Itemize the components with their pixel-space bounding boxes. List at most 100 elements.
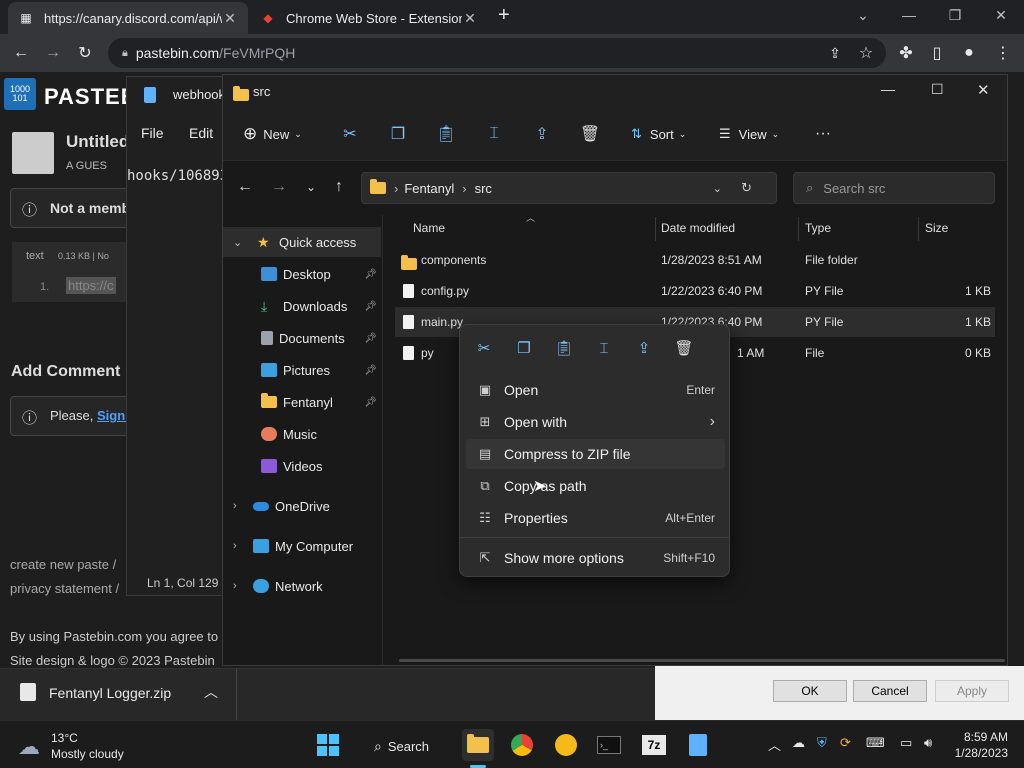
close-window-icon[interactable]: ✕ xyxy=(978,0,1024,30)
rename-icon[interactable]: ⌶ xyxy=(481,121,507,147)
close-icon[interactable]: ✕ xyxy=(222,10,238,27)
share-icon[interactable]: ⇪ xyxy=(529,121,555,147)
chevron-up-icon[interactable]: ︿ xyxy=(768,735,781,754)
clock-date[interactable]: 1/28/2023 xyxy=(946,746,1008,760)
side-panel-icon[interactable]: ▯ xyxy=(924,40,950,66)
cancel-button[interactable]: Cancel xyxy=(853,680,927,702)
nav-music[interactable]: Music xyxy=(223,419,381,449)
menu-item-open[interactable]: ▣ Open Enter xyxy=(466,375,725,405)
brave-canary-app[interactable] xyxy=(550,729,582,761)
forward-arrow-icon[interactable]: → xyxy=(40,40,66,66)
keyboard-icon[interactable]: ⌨ xyxy=(866,735,885,751)
bookmark-star-icon[interactable]: ☆ xyxy=(853,40,879,66)
nav-videos[interactable]: Videos xyxy=(223,451,381,481)
profile-icon[interactable]: ● xyxy=(956,40,982,66)
table-row[interactable]: components 1/28/2023 8:51 AM File folder xyxy=(395,245,995,275)
terminal-app[interactable]: ›_ xyxy=(593,729,625,761)
menu-item-properties[interactable]: ☷ Properties Alt+Enter xyxy=(466,503,725,533)
nav-my-computer[interactable]: › My Computer xyxy=(223,531,381,561)
tab-discord[interactable]: ▦ https://canary.discord.com/api/w ✕ xyxy=(8,2,248,34)
paste-icon[interactable]: 📋︎ xyxy=(550,335,578,361)
column-date[interactable]: Date modified xyxy=(661,221,735,235)
chevron-right-icon[interactable]: › xyxy=(233,580,237,592)
nav-network[interactable]: › Network xyxy=(223,571,381,601)
chevron-down-icon[interactable]: ⌄ xyxy=(713,182,722,195)
cloud-sync-icon[interactable]: ☁ xyxy=(792,735,805,751)
up-arrow-icon[interactable]: ↑ xyxy=(327,175,351,199)
copy-icon[interactable]: ❐ xyxy=(385,121,411,147)
nav-desktop[interactable]: Desktop 📌︎ xyxy=(223,259,381,289)
menu-item-open-with[interactable]: ⊞ Open with › xyxy=(466,407,725,437)
close-icon[interactable]: ✕ xyxy=(977,81,990,99)
chevron-right-icon[interactable]: › xyxy=(233,500,237,512)
delete-icon[interactable]: 🗑︎ xyxy=(670,335,698,361)
menu-item-copy-as-path[interactable]: ⧉ Copy as path xyxy=(466,471,725,501)
nav-downloads[interactable]: ⤓ Downloads 📌︎ xyxy=(223,291,381,321)
column-type[interactable]: Type xyxy=(805,221,831,235)
footer-new-paste[interactable]: create new paste / xyxy=(10,557,116,572)
weather-temp[interactable]: 13°C xyxy=(51,731,78,745)
cut-icon[interactable]: ✂ xyxy=(337,121,363,147)
breadcrumb-src[interactable]: src xyxy=(475,181,492,196)
address-bar[interactable]: 🔒︎ pastebin.com/FeVMrPQH xyxy=(108,38,886,68)
menu-file[interactable]: File xyxy=(141,125,164,141)
menu-item-show-more[interactable]: ⇱ Show more options Shift+F10 xyxy=(466,543,725,573)
defender-shield-icon[interactable]: ⛨ xyxy=(817,735,827,751)
maximize-icon[interactable]: ☐ xyxy=(931,81,944,98)
breadcrumb-fentanyl[interactable]: Fentanyl xyxy=(404,181,454,196)
menu-item-compress-zip[interactable]: ▤ Compress to ZIP file xyxy=(466,439,725,469)
reload-icon[interactable]: ↻ xyxy=(72,40,98,66)
new-tab-button[interactable]: + xyxy=(498,4,510,27)
sort-button[interactable]: ⇅ Sort ⌄ xyxy=(631,121,686,147)
column-name[interactable]: Name xyxy=(413,221,445,235)
chevron-right-icon[interactable]: › xyxy=(233,540,237,552)
pastebin-brand[interactable]: PASTEB xyxy=(44,84,138,110)
column-size[interactable]: Size xyxy=(925,221,948,235)
code-line[interactable]: https://c xyxy=(66,277,116,294)
column-divider[interactable] xyxy=(798,217,799,241)
close-icon[interactable]: ✕ xyxy=(462,10,478,27)
forward-arrow-icon[interactable]: → xyxy=(267,175,291,199)
notepad-text[interactable]: hooks/106893 xyxy=(127,168,228,184)
chevron-down-icon[interactable]: ⌄ xyxy=(233,236,242,249)
nav-quick-access[interactable]: ⌄ ★ Quick access xyxy=(223,227,381,257)
footer-privacy[interactable]: privacy statement / xyxy=(10,581,119,596)
start-button[interactable] xyxy=(312,729,344,761)
nav-pictures[interactable]: Pictures 📌︎ xyxy=(223,355,381,385)
minimize-icon[interactable]: — xyxy=(886,0,932,30)
refresh-icon[interactable]: ↻ xyxy=(741,180,752,196)
share-icon[interactable]: ⇪ xyxy=(822,40,848,66)
back-arrow-icon[interactable]: ← xyxy=(8,40,34,66)
new-button[interactable]: ⊕ New ⌄ xyxy=(243,121,302,147)
menu-edit[interactable]: Edit xyxy=(189,125,213,141)
share-icon[interactable]: ⇪ xyxy=(630,335,658,361)
cloud-weather-icon[interactable]: ☁ xyxy=(18,734,40,760)
download-file-name[interactable]: Fentanyl Logger.zip xyxy=(49,685,171,701)
apply-button[interactable]: Apply xyxy=(935,680,1009,702)
table-row[interactable]: config.py 1/22/2023 6:40 PM PY File 1 KB xyxy=(395,276,995,306)
taskbar-search-button[interactable]: ⌕ Search xyxy=(364,733,444,759)
search-input[interactable]: ⌕ Search src xyxy=(793,172,995,204)
weather-desc[interactable]: Mostly cloudy xyxy=(51,747,124,761)
nav-fentanyl[interactable]: Fentanyl 📌︎ xyxy=(223,387,381,417)
pastebin-logo[interactable]: 1000 101 xyxy=(4,78,36,110)
copy-icon[interactable]: ❐ xyxy=(510,335,538,361)
ok-button[interactable]: OK xyxy=(773,680,847,702)
extensions-puzzle-icon[interactable]: ✤ xyxy=(893,40,919,66)
display-icon[interactable]: ▭ xyxy=(900,735,912,751)
rename-icon[interactable]: ⌶ xyxy=(590,335,618,361)
file-explorer-app[interactable] xyxy=(462,729,494,761)
menu-kebab-icon[interactable]: ⋮ xyxy=(990,40,1016,66)
minimize-icon[interactable]: — xyxy=(881,81,895,97)
7zip-app[interactable]: 7z xyxy=(638,729,670,761)
chevron-up-icon[interactable]: ︿ xyxy=(204,682,218,702)
chrome-app[interactable] xyxy=(506,729,538,761)
horizontal-scrollbar[interactable] xyxy=(399,659,1005,662)
column-divider[interactable] xyxy=(918,217,919,241)
clock-time[interactable]: 8:59 AM xyxy=(956,730,1008,744)
vertical-scrollbar[interactable] xyxy=(1001,161,1005,661)
paste-icon[interactable]: 📋︎ xyxy=(433,121,459,147)
nav-documents[interactable]: Documents 📌︎ xyxy=(223,323,381,353)
tab-search-icon[interactable]: ⌄ xyxy=(840,0,886,30)
more-options-button[interactable]: ··· xyxy=(815,121,831,147)
